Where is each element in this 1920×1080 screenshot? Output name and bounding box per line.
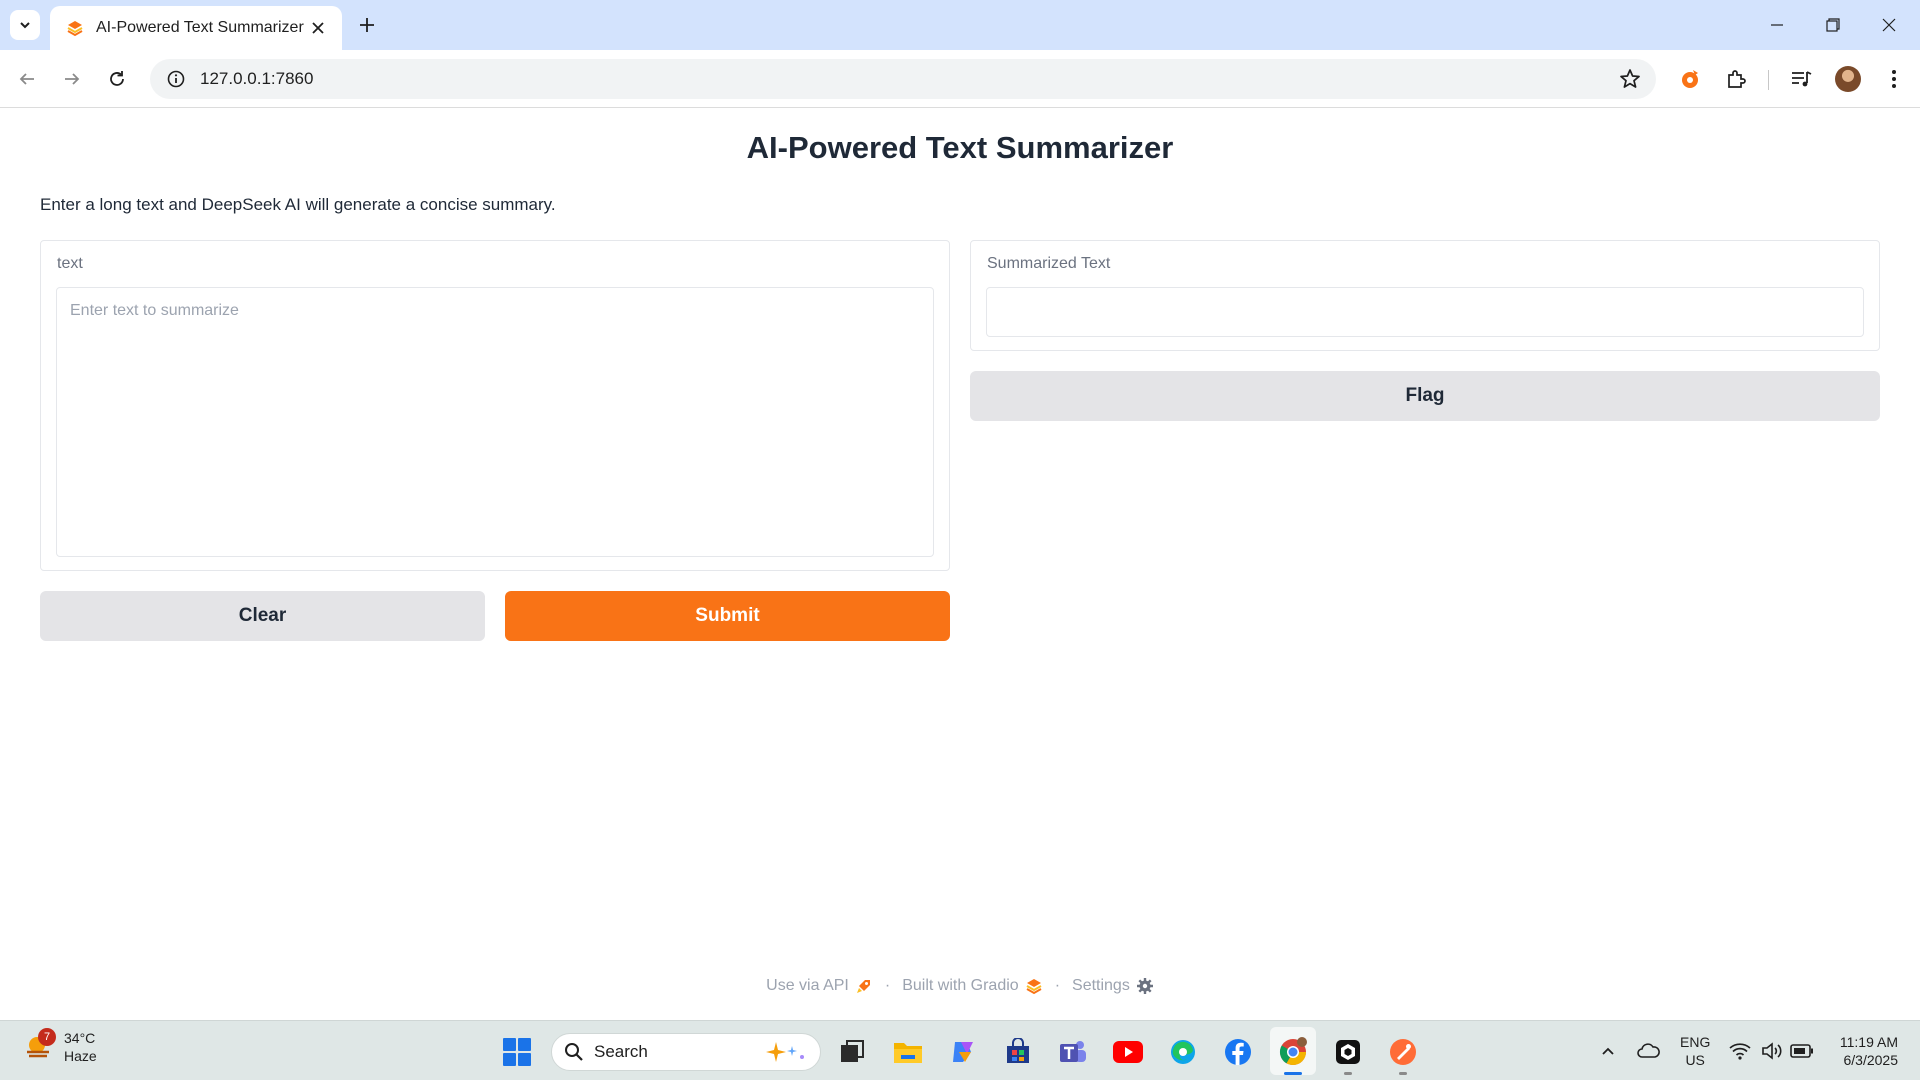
taskbar-search[interactable]: Search [551, 1033, 821, 1071]
bookmark-star-icon[interactable] [1618, 67, 1642, 91]
address-bar[interactable]: 127.0.0.1:7860 [150, 59, 1656, 99]
tray-overflow-chevron-up-icon[interactable] [1596, 1039, 1620, 1063]
close-icon [1882, 18, 1896, 32]
start-button[interactable] [503, 1038, 531, 1066]
copilot-icon[interactable] [946, 1035, 980, 1069]
forward-button[interactable] [54, 61, 90, 97]
gear-icon [1136, 978, 1153, 994]
window-minimize-button[interactable] [1754, 8, 1800, 42]
clear-button[interactable]: Clear [40, 591, 485, 641]
settings-link[interactable]: Settings [1072, 977, 1154, 995]
gradio-logo-icon [67, 21, 83, 37]
window-close-button[interactable] [1866, 8, 1912, 42]
teams-icon[interactable] [1056, 1035, 1090, 1069]
footer-separator: · [1054, 977, 1061, 994]
page-title: AI-Powered Text Summarizer [746, 130, 1174, 165]
reload-button[interactable] [99, 61, 135, 97]
built-with-gradio-link[interactable]: Built with Gradio [902, 977, 1043, 995]
output-panel: Summarized Text [970, 240, 1880, 351]
window-restore-button[interactable] [1810, 8, 1856, 42]
back-button[interactable] [9, 61, 45, 97]
windows-logo-tile [518, 1053, 531, 1066]
arrow-right-icon [65, 73, 80, 85]
terminal-running-indicator [1344, 1072, 1352, 1075]
windows-logo-icon [503, 1038, 516, 1051]
postman-running-indicator [1399, 1072, 1407, 1075]
input-panel: text [40, 240, 950, 571]
onedrive-cloud-icon[interactable] [1636, 1039, 1660, 1063]
copilot-sparkle-icon [766, 1042, 804, 1062]
region-code: US [1685, 1052, 1705, 1068]
file-explorer-icon[interactable] [891, 1035, 925, 1069]
weather-widget[interactable]: 7 34°C Haze [24, 1028, 97, 1065]
windows-taskbar: 7 34°C Haze Search ENG US 11:19 AM 6/3/2… [0, 1020, 1920, 1080]
task-view-icon[interactable] [835, 1035, 869, 1069]
volume-icon[interactable] [1760, 1039, 1784, 1063]
language-indicator[interactable]: ENG US [1680, 1033, 1710, 1069]
wifi-icon[interactable] [1728, 1039, 1752, 1063]
weather-condition: Haze [64, 1048, 97, 1064]
submit-button[interactable]: Submit [505, 591, 950, 641]
reload-icon [110, 71, 124, 86]
minimize-icon [1771, 24, 1783, 26]
plus-icon [360, 18, 374, 32]
page-description: Enter a long text and DeepSeek AI will g… [40, 195, 556, 214]
facebook-icon[interactable] [1221, 1035, 1255, 1069]
toolbar-separator [1768, 70, 1769, 90]
system-clock[interactable]: 11:19 AM 6/3/2025 [1826, 1033, 1898, 1069]
output-label: Summarized Text [987, 255, 1111, 272]
browser-toolbar: 127.0.0.1:7860 [0, 50, 1920, 108]
restore-icon [1826, 18, 1840, 32]
new-tab-button[interactable] [352, 10, 382, 40]
profile-avatar[interactable] [1835, 66, 1861, 92]
flag-button[interactable]: Flag [970, 371, 1880, 421]
use-via-api-label: Use via API [766, 977, 849, 994]
footer-separator: · [884, 977, 891, 994]
built-with-gradio-label: Built with Gradio [902, 977, 1019, 994]
chevron-down-icon [20, 22, 30, 29]
weather-haze-icon: 7 [24, 1028, 56, 1062]
use-via-api-link[interactable]: Use via API [766, 977, 873, 995]
clock-time: 11:19 AM [1839, 1034, 1898, 1050]
tab-title: AI-Powered Text Summarizer [96, 19, 304, 36]
url-text: 127.0.0.1:7860 [200, 69, 314, 88]
browser-tab-bar: AI-Powered Text Summarizer [0, 0, 1920, 50]
weather-alert-badge: 7 [38, 1028, 56, 1046]
tab-search-button[interactable] [10, 10, 40, 40]
youtube-icon[interactable] [1111, 1035, 1145, 1069]
rocket-icon [856, 980, 870, 993]
windows-logo-tile [518, 1038, 531, 1051]
chrome-icon[interactable] [1276, 1035, 1310, 1069]
tab-close-button[interactable] [306, 16, 330, 40]
close-icon [312, 22, 324, 34]
weather-temperature: 34°C [64, 1030, 96, 1046]
terminal-app-icon[interactable] [1331, 1035, 1365, 1069]
extension-brave-icon[interactable] [1677, 65, 1705, 93]
media-controls-icon[interactable] [1787, 65, 1815, 93]
chrome-running-indicator [1284, 1072, 1302, 1075]
text-input[interactable] [56, 287, 934, 557]
clock-date: 6/3/2025 [1843, 1052, 1899, 1068]
windows-logo-tile [503, 1053, 516, 1066]
extensions-puzzle-icon[interactable] [1722, 65, 1750, 93]
microsoft-store-icon[interactable] [1001, 1035, 1035, 1069]
settings-label: Settings [1072, 977, 1130, 994]
taskbar-search-label: Search [594, 1042, 648, 1061]
browser-tab-active[interactable]: AI-Powered Text Summarizer [50, 6, 342, 50]
gradio-logo-icon [1026, 979, 1042, 995]
summarized-text-output[interactable] [986, 287, 1864, 337]
browser-menu-icon[interactable] [1880, 65, 1908, 93]
search-icon [565, 1043, 583, 1061]
arrow-left-icon [19, 73, 34, 85]
language-code: ENG [1680, 1034, 1711, 1050]
input-label: text [57, 255, 83, 272]
edge-icon[interactable] [1166, 1035, 1200, 1069]
page-footer: Use via API · Built with Gradio · Settin… [0, 977, 1920, 995]
site-info-icon[interactable] [164, 67, 188, 91]
battery-icon[interactable] [1790, 1039, 1814, 1063]
postman-icon[interactable] [1386, 1035, 1420, 1069]
